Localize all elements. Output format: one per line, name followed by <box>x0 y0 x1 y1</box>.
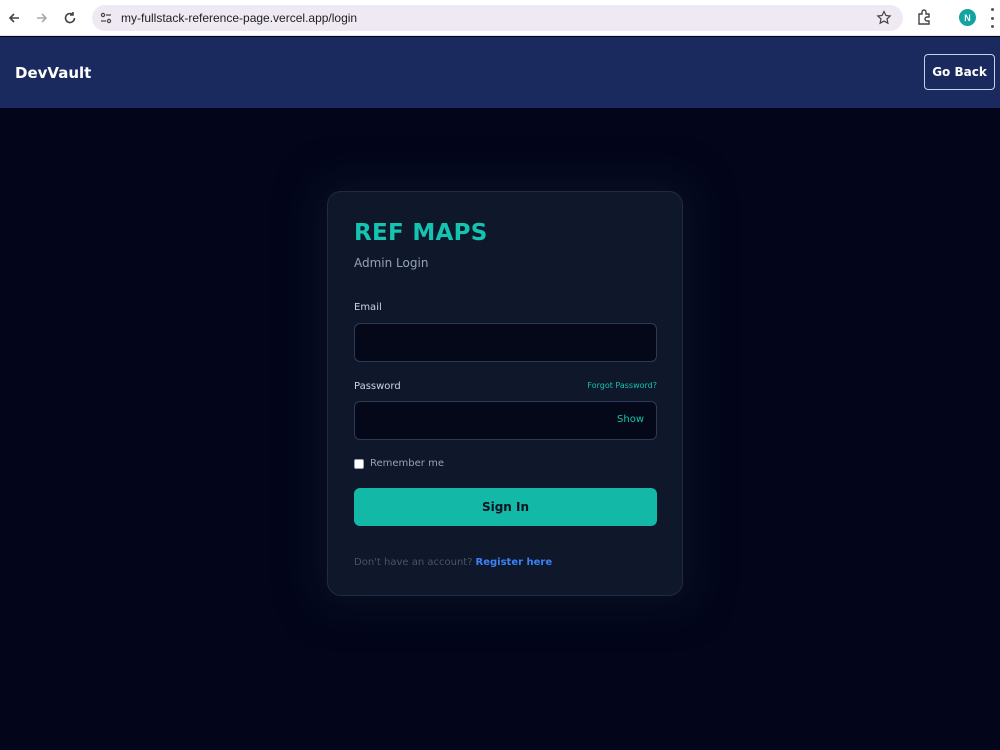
profile-avatar[interactable]: N <box>959 9 976 26</box>
reload-icon[interactable] <box>56 4 84 32</box>
extensions-icon[interactable] <box>915 7 935 27</box>
browser-toolbar: my-fullstack-reference-page.vercel.app/l… <box>0 0 1000 36</box>
password-label: Password <box>354 381 401 392</box>
forgot-password-link[interactable]: Forgot Password? <box>587 381 657 390</box>
url-text[interactable]: my-fullstack-reference-page.vercel.app/l… <box>121 11 357 25</box>
register-prompt: Don't have an account? Register here <box>354 557 552 568</box>
back-arrow-icon[interactable] <box>0 4 28 32</box>
email-label: Email <box>354 302 382 313</box>
app-header: DevVault Go Back <box>0 37 1000 108</box>
address-bar[interactable]: my-fullstack-reference-page.vercel.app/l… <box>92 5 903 31</box>
show-password-toggle[interactable]: Show <box>617 414 644 425</box>
remember-me-checkbox[interactable] <box>354 458 364 469</box>
remember-me-row: Remember me <box>354 458 444 469</box>
remember-me-label[interactable]: Remember me <box>370 458 444 469</box>
login-card: REF MAPS Admin Login Email Password Forg… <box>327 191 683 596</box>
login-title: REF MAPS <box>354 220 488 246</box>
email-field[interactable] <box>354 323 657 362</box>
site-info-icon[interactable] <box>95 7 117 29</box>
kebab-menu-icon[interactable] <box>989 8 995 28</box>
forward-arrow-icon[interactable] <box>28 4 56 32</box>
star-icon[interactable] <box>875 9 893 27</box>
sign-in-button[interactable]: Sign In <box>354 488 657 526</box>
go-back-button[interactable]: Go Back <box>924 54 995 90</box>
main-area: REF MAPS Admin Login Email Password Forg… <box>0 108 1000 750</box>
password-field[interactable] <box>354 401 657 440</box>
login-subtitle: Admin Login <box>354 256 429 270</box>
brand-logo[interactable]: DevVault <box>15 64 91 82</box>
register-link[interactable]: Register here <box>476 557 553 568</box>
register-prompt-text: Don't have an account? <box>354 557 473 568</box>
